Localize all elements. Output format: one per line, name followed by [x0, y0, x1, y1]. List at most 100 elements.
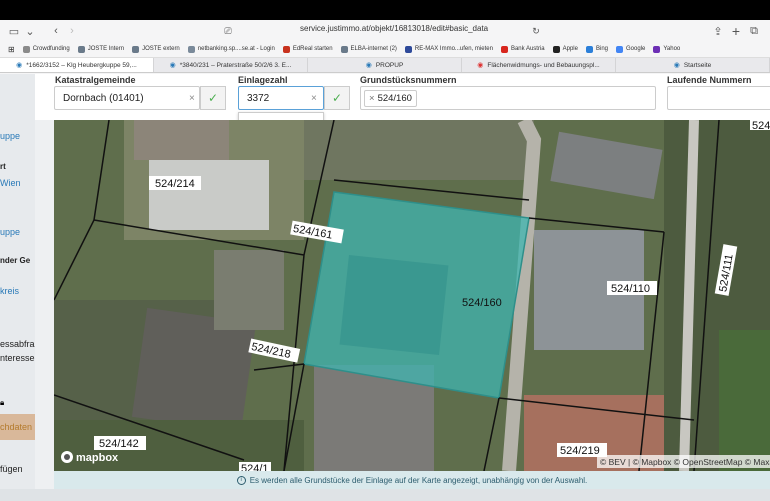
favorite-label: netbanking.sp....se.at - Login — [197, 46, 275, 52]
favorite-label: Yahoo — [663, 46, 681, 52]
favorite-label: JOSTE extern — [142, 46, 180, 52]
menu-bar — [0, 0, 770, 20]
site-settings-icon[interactable]: ⎚ — [220, 23, 236, 39]
einlage-value: 3372 — [247, 92, 270, 104]
browser-tab[interactable]: ◉ *3840/231 – Praterstraße 50/2/6 3. E... — [154, 58, 308, 72]
favorite-item[interactable]: ELBA-internet (2) — [340, 45, 397, 53]
clear-icon[interactable]: × — [311, 93, 317, 104]
favorite-icon — [585, 45, 593, 53]
clear-icon[interactable]: × — [189, 93, 195, 104]
favorite-item[interactable]: Google — [616, 45, 646, 53]
browser-tab[interactable]: ◉ Flächenwidmungs- und Bebauungspl... — [462, 58, 616, 72]
map[interactable]: 524/214 524/161 524/160 524/110 524/111 … — [54, 120, 770, 471]
favorite-item[interactable]: JOSTE extern — [132, 45, 180, 53]
laufende-field[interactable] — [667, 86, 770, 110]
favorite-label: Crowdfunding — [32, 46, 70, 52]
tab-favicon-icon: ◉ — [477, 62, 484, 69]
tab-label: Startseite — [683, 61, 712, 69]
favorite-item[interactable]: Bing — [585, 45, 608, 53]
chevron-down-icon[interactable]: ⌄ — [22, 23, 38, 39]
parcel-label: 524/214 — [155, 178, 195, 190]
map-notice: i Es werden alle Grundstücke der Einlage… — [54, 471, 770, 489]
favorite-icon — [282, 45, 290, 53]
tab-label: PROPUP — [375, 61, 404, 69]
parcel-label: 524/1 — [241, 463, 269, 471]
favorite-icon — [653, 45, 661, 53]
katastral-field[interactable]: Dornbach (01401) × — [54, 86, 200, 110]
favorite-label: JOSTE Intern — [87, 46, 125, 52]
favorites-bar: ⊞ Crowdfunding JOSTE Intern JOSTE extern ne… — [0, 42, 770, 56]
browser-tab[interactable]: ◉ PROPUP — [308, 58, 462, 72]
parcel-chip-label: 524/160 — [377, 92, 412, 104]
sidebar-item: essabfra — [0, 339, 35, 349]
favorite-item[interactable]: Yahoo — [653, 45, 681, 53]
favorite-label: Apple — [562, 46, 578, 52]
sidebar-item: rt — [0, 162, 6, 171]
sidebar-item[interactable]: kreis — [0, 286, 19, 296]
mapbox-logo[interactable]: mapbox — [61, 451, 119, 464]
browser-tab[interactable]: ◉ Startseite — [616, 58, 770, 72]
grid-icon[interactable]: ⊞ — [8, 45, 15, 54]
parcel-label: 524/160 — [462, 297, 502, 309]
parcel-label: 524/219 — [560, 445, 600, 457]
einlage-label: Einlagezahl — [238, 75, 288, 85]
share-icon[interactable]: ⇪ — [710, 23, 726, 39]
favorite-item[interactable]: EdReal starten — [282, 45, 333, 53]
map-attribution[interactable]: © BEV | © Mapbox © OpenStreetMap © Maxar — [600, 457, 770, 467]
tab-favicon-icon: ◉ — [673, 62, 680, 69]
favorite-item[interactable]: Bank Austria — [500, 45, 545, 53]
tab-bar: ◉ *1662/3152 – Klg Heubergkuppe 59,... ◉ *3… — [0, 57, 770, 73]
favorite-item[interactable]: netbanking.sp....se.at - Login — [187, 45, 275, 53]
favorite-label: ELBA-internet (2) — [350, 46, 397, 52]
favorite-icon — [404, 45, 412, 53]
favorite-item[interactable]: Crowdfunding — [22, 45, 70, 53]
sidebar-item[interactable]: uppe — [0, 227, 20, 237]
einlage-field[interactable]: 3372 × — [238, 86, 324, 110]
favorite-item[interactable]: Apple — [552, 45, 578, 53]
remove-chip-icon[interactable]: × — [369, 93, 375, 104]
sidebar-item-active[interactable]: chdaten — [0, 414, 35, 440]
map-canvas[interactable]: 524/214 524/161 524/160 524/110 524/111 … — [54, 120, 770, 471]
favorite-item[interactable]: RE-MAX Immo...ufen, mieten — [404, 45, 493, 53]
mapbox-logo-text: mapbox — [76, 452, 119, 464]
favorite-icon — [616, 45, 623, 53]
sidebar-item[interactable]: uppe — [0, 131, 20, 141]
sidebar-item: nder Ge — [0, 256, 31, 265]
katastral-label: Katastralgemeinde — [55, 75, 136, 85]
forward-icon[interactable]: › — [64, 23, 80, 39]
favorite-icon — [77, 45, 85, 53]
tab-overview-icon[interactable]: ⧉ — [746, 23, 762, 39]
info-icon: i — [236, 475, 246, 485]
sidebar: uppe rt Wien uppe nder Ge kreis essabfra… — [0, 74, 35, 501]
tab-favicon-icon: ◉ — [16, 62, 23, 69]
favorite-icon — [132, 45, 140, 53]
check-icon[interactable]: ✓ — [324, 86, 350, 110]
browser-chrome: ▭ ⌄ ‹ › ⎚ service.justimmo.at/objekt/168… — [0, 0, 770, 74]
reload-icon[interactable]: ↻ — [528, 23, 544, 39]
parcel-chip[interactable]: × 524/160 — [364, 89, 417, 107]
tab-label: *3840/231 – Praterstraße 50/2/6 3. E... — [179, 61, 292, 69]
parcel-label: 524/110 — [611, 283, 650, 295]
sidebar-item[interactable]: Wien — [0, 178, 21, 188]
sidebar-item[interactable]: fügen — [0, 464, 23, 474]
favorite-icon — [187, 45, 195, 53]
favorite-label: Google — [626, 46, 646, 52]
favorite-icon — [500, 45, 508, 53]
back-icon[interactable]: ‹ — [48, 23, 64, 39]
address-bar[interactable]: service.justimmo.at/objekt/16813018/edit… — [300, 24, 488, 33]
favorite-icon — [552, 45, 560, 53]
favorite-icon — [340, 45, 348, 53]
favorite-label: RE-MAX Immo...ufen, mieten — [414, 46, 493, 52]
browser-toolbar: ▭ ⌄ ‹ › ⎚ service.justimmo.at/objekt/168… — [0, 20, 770, 42]
lock-icon: 🔒︎ — [0, 398, 5, 407]
parcel-form: Katastralgemeinde Dornbach (01401) × ✓ E… — [35, 74, 770, 120]
new-tab-icon[interactable]: + — [728, 23, 744, 39]
tab-label: Flächenwidmungs- und Bebauungspl... — [487, 61, 600, 69]
grund-field[interactable]: × 524/160 — [360, 86, 656, 110]
browser-tab[interactable]: ◉ *1662/3152 – Klg Heubergkuppe 59,... — [0, 58, 154, 72]
sidebar-toggle-icon[interactable]: ▭ — [6, 23, 22, 39]
favorite-item[interactable]: JOSTE Intern — [77, 45, 125, 53]
check-icon[interactable]: ✓ — [200, 86, 226, 110]
tab-label: *1662/3152 – Klg Heubergkuppe 59,... — [26, 61, 137, 69]
parcel-label: 524 — [752, 120, 770, 132]
